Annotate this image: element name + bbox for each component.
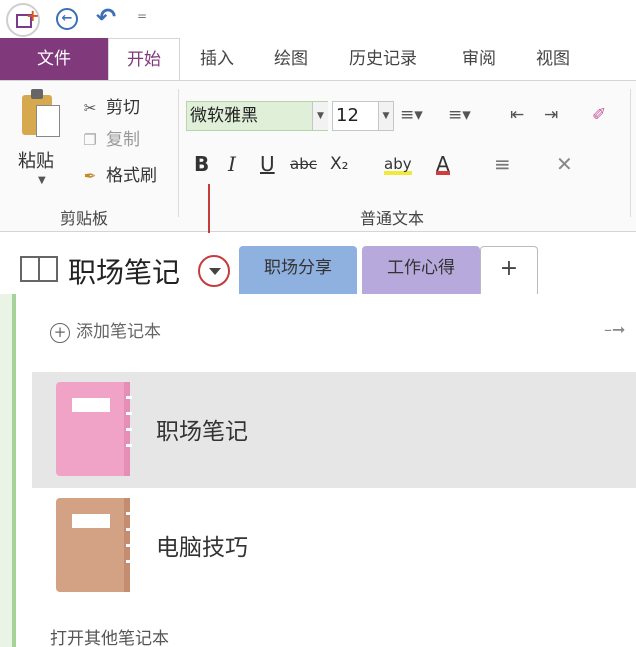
onenote-new-page-icon[interactable]: +: [6, 3, 40, 37]
tab-home[interactable]: 开始: [108, 38, 180, 81]
paintbrush-icon: ✒: [83, 167, 97, 185]
section-tab-2[interactable]: 工作心得: [362, 246, 480, 294]
chevron-down-icon: [209, 268, 221, 275]
notebook-book-icon: [56, 498, 132, 592]
paste-button[interactable]: 粘贴: [18, 147, 54, 173]
notebook-icon: [20, 256, 60, 282]
strikethrough-button[interactable]: abc: [290, 149, 317, 179]
undo-icon[interactable]: ↶: [96, 4, 116, 30]
notebook-list-panel: + 添加笔记本 –➞ 职场笔记 电脑技巧 打开其他笔记本: [0, 294, 636, 647]
chevron-down-icon[interactable]: ▼: [312, 102, 328, 130]
clipboard-group-label: 剪贴板: [60, 209, 109, 228]
scissors-icon: ✂: [83, 99, 97, 117]
italic-button[interactable]: I: [228, 149, 236, 179]
notebook-item-2[interactable]: 电脑技巧: [32, 488, 636, 604]
bold-button[interactable]: B: [194, 149, 209, 179]
highlight-button[interactable]: aby: [384, 149, 412, 175]
chevron-down-icon[interactable]: ▼: [378, 102, 393, 130]
bullet-list-icon[interactable]: ≡▾: [400, 101, 423, 129]
customize-qat-button[interactable]: =: [137, 9, 147, 23]
paste-icon[interactable]: [22, 89, 60, 141]
basic-text-group-label: 普通文本: [360, 209, 425, 228]
format-painter-button[interactable]: ✒ 格式刷: [78, 161, 157, 186]
tab-insert[interactable]: 插入: [188, 38, 246, 80]
numbered-list-icon[interactable]: ≡▾: [448, 101, 471, 129]
notebook-dropdown-button[interactable]: [198, 255, 230, 287]
cut-button[interactable]: ✂ 剪切: [78, 93, 140, 118]
ribbon-tabs: 文件 开始 插入 绘图 历史记录 审阅 视图: [0, 38, 636, 81]
open-other-notebooks-link[interactable]: 打开其他笔记本: [50, 624, 169, 647]
chevron-down-icon[interactable]: ▼: [38, 175, 46, 186]
font-name-select[interactable]: 微软雅黑: [186, 101, 328, 131]
copy-icon: ❐: [83, 131, 97, 149]
back-arrow-icon[interactable]: ←: [56, 8, 78, 30]
copy-button[interactable]: ❐ 复制: [78, 125, 140, 150]
subscript-button[interactable]: X₂: [330, 149, 348, 179]
tab-draw[interactable]: 绘图: [262, 38, 320, 80]
ribbon-home: 粘贴 ▼ ✂ 剪切 ❐ 复制 ✒ 格式刷 剪贴板 微软雅黑 ▼ 12 ▼ ≡▾ ≡▾ …: [0, 81, 636, 232]
add-notebook-button[interactable]: + 添加笔记本: [50, 317, 161, 343]
notebook-title[interactable]: 职场笔记: [68, 251, 180, 291]
add-circle-icon: +: [50, 323, 70, 343]
decrease-indent-icon[interactable]: ⇤: [510, 101, 524, 129]
notebook-item-label: 职场笔记: [156, 419, 248, 445]
tab-file[interactable]: 文件: [0, 38, 108, 80]
tab-review[interactable]: 审阅: [450, 38, 508, 80]
notebook-book-icon: [56, 382, 132, 476]
font-color-button[interactable]: A: [436, 149, 450, 176]
notebook-item-label: 电脑技巧: [156, 535, 248, 561]
group-divider: [178, 89, 179, 217]
add-section-button[interactable]: +: [480, 246, 538, 294]
tab-view[interactable]: 视图: [524, 38, 582, 80]
underline-button[interactable]: U: [260, 149, 275, 179]
increase-indent-icon[interactable]: ⇥: [544, 101, 558, 129]
tab-history[interactable]: 历史记录: [338, 38, 428, 80]
quick-access-toolbar: + ← ↶ =: [0, 0, 636, 38]
clear-formatting-icon[interactable]: ✐: [592, 101, 606, 129]
align-icon[interactable]: ≡: [494, 149, 511, 179]
panel-edge: [0, 294, 16, 647]
pin-icon[interactable]: –➞: [604, 320, 625, 339]
delete-icon[interactable]: ✕: [556, 149, 573, 179]
group-divider: [630, 89, 631, 217]
section-tab-1[interactable]: 职场分享: [239, 246, 357, 294]
notebook-item-1[interactable]: 职场笔记: [32, 372, 636, 488]
